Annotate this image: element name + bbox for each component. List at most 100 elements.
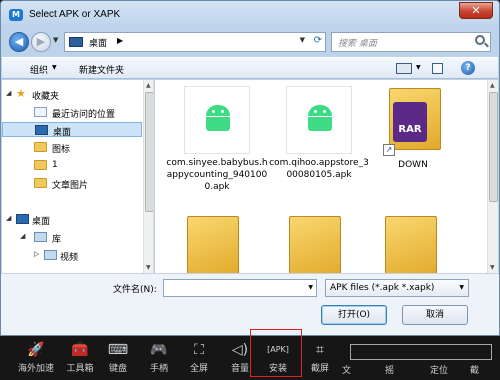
nav-item-desktop-root[interactable]: ◢ 桌面 bbox=[2, 212, 142, 227]
nav-item-label: 桌面 bbox=[53, 128, 72, 138]
recent-places-icon bbox=[34, 107, 47, 117]
command-toolbar: 组织 ▼ 新建文件夹 ▼ ? bbox=[2, 57, 498, 79]
shortcut-arrow-icon: ↗ bbox=[383, 144, 395, 156]
address-dropdown-icon[interactable]: ▼ bbox=[300, 36, 305, 44]
filename-label: 文件名(N): bbox=[113, 285, 157, 295]
folder-icon bbox=[34, 160, 47, 170]
title-bar: M Select APK or XAPK ✕ bbox=[1, 1, 499, 29]
filename-input[interactable]: ▼ bbox=[163, 279, 317, 297]
dialog-title: Select APK or XAPK bbox=[29, 9, 121, 20]
tool-label: 全屏 bbox=[189, 364, 208, 374]
forward-button[interactable]: ▶ bbox=[31, 32, 51, 52]
nav-item-folder-1[interactable]: 1 bbox=[2, 158, 142, 173]
video-library-icon bbox=[44, 250, 57, 260]
keyboard-icon: ⌨ bbox=[107, 342, 129, 358]
tool-label: 手柄 bbox=[149, 364, 168, 374]
file-thumbnail bbox=[184, 86, 250, 154]
help-icon[interactable]: ? bbox=[461, 61, 475, 75]
navigation-pane: ◢ ★ 收藏夹 最近访问的位置 桌面 图标 1 文章图片 ◢ 桌面 ◢ 库 ▷ … bbox=[2, 80, 154, 273]
folder-icon[interactable] bbox=[385, 216, 437, 273]
fullscreen-button[interactable]: ⛶ 全屏 bbox=[177, 342, 221, 374]
nav-item-label: 视频 bbox=[60, 253, 79, 263]
address-location[interactable]: 桌面 bbox=[89, 36, 107, 49]
overseas-accel-button[interactable]: 🚀 海外加速 bbox=[14, 342, 58, 374]
tool-label: 截屏 bbox=[310, 364, 329, 374]
scrollbar-thumb[interactable] bbox=[489, 92, 498, 202]
nav-item-label: 库 bbox=[52, 235, 62, 245]
close-button[interactable]: ✕ bbox=[459, 2, 493, 19]
toolbox-icon: 🧰 bbox=[71, 342, 89, 358]
tool-label: 音量 bbox=[230, 364, 249, 374]
nav-item-label: 文章图片 bbox=[52, 181, 89, 191]
file-name: com.qihoo.appstore_300080105.apk bbox=[269, 158, 369, 180]
screenshot-button[interactable]: ⌗ 截屏 bbox=[298, 342, 342, 374]
nav-item-label: 桌面 bbox=[32, 217, 51, 227]
chevron-down-icon[interactable]: ▼ bbox=[459, 284, 464, 291]
android-apk-icon bbox=[206, 105, 230, 131]
search-icon[interactable] bbox=[475, 35, 485, 45]
cancel-button[interactable]: 取消 bbox=[402, 305, 468, 325]
screenshot-icon: ⌗ bbox=[316, 342, 324, 358]
dialog-footer: 文件名(N): ▼ APK files (*.apk *.xapk) ▼ 打开(… bbox=[1, 273, 499, 335]
expand-arrow-icon[interactable]: ◢ bbox=[20, 232, 25, 240]
file-name: com.sinyee.babybus.happycounting_9401000… bbox=[166, 158, 268, 192]
folder-icon bbox=[34, 142, 47, 152]
install-highlight-box bbox=[250, 329, 302, 377]
partial-tool-label[interactable]: 文 bbox=[342, 363, 351, 376]
rocket-icon: 🚀 bbox=[27, 342, 45, 358]
expand-arrow-icon[interactable]: ▷ bbox=[34, 250, 39, 258]
scroll-up-icon[interactable]: ▲ bbox=[490, 82, 495, 89]
scroll-down-icon[interactable]: ▼ bbox=[490, 264, 495, 271]
folder-icon[interactable] bbox=[289, 216, 341, 273]
nav-item-icons-folder[interactable]: 图标 bbox=[2, 140, 142, 155]
view-dropdown-icon[interactable]: ▼ bbox=[416, 64, 421, 71]
keyboard-button[interactable]: ⌨ 键盘 bbox=[96, 342, 140, 374]
tool-label: 键盘 bbox=[108, 364, 127, 374]
android-apk-icon bbox=[308, 105, 332, 131]
file-list-scrollbar[interactable]: ▲ ▼ bbox=[487, 80, 498, 273]
file-item[interactable]: com.qihoo.appstore_300080105.apk bbox=[267, 86, 371, 181]
scroll-up-icon[interactable]: ▲ bbox=[146, 82, 151, 89]
desktop-icon bbox=[69, 37, 83, 47]
partial-tool-label[interactable]: 定位 bbox=[430, 363, 448, 376]
search-input[interactable]: 搜索 桌面 bbox=[331, 32, 491, 52]
open-button[interactable]: 打开(O) bbox=[321, 305, 387, 325]
nav-item-videos[interactable]: ▷ 视频 bbox=[2, 248, 142, 263]
partial-tool-label[interactable]: 截 bbox=[470, 363, 479, 376]
nav-item-desktop[interactable]: 桌面 bbox=[2, 122, 142, 138]
nav-item-label: 收藏夹 bbox=[32, 92, 60, 102]
nav-item-article-images[interactable]: 文章图片 bbox=[2, 176, 142, 191]
nav-item-libraries[interactable]: ◢ 库 bbox=[2, 230, 142, 245]
chevron-down-icon[interactable]: ▼ bbox=[52, 64, 57, 71]
refresh-icon[interactable]: ⟳ bbox=[314, 35, 322, 46]
file-open-dialog: M Select APK or XAPK ✕ ◀ ▶ ▼ 桌面 ▶ ▼ ⟳ 搜索… bbox=[0, 0, 500, 336]
change-view-icon[interactable] bbox=[396, 63, 412, 74]
preview-pane-icon[interactable] bbox=[432, 63, 443, 74]
nav-item-favorites[interactable]: ◢ ★ 收藏夹 bbox=[2, 87, 142, 102]
file-type-select[interactable]: APK files (*.apk *.xapk) ▼ bbox=[325, 279, 469, 297]
expand-arrow-icon[interactable]: ◢ bbox=[6, 214, 11, 222]
nav-item-recent-places[interactable]: 最近访问的位置 bbox=[2, 105, 142, 120]
expand-arrow-icon[interactable]: ◢ bbox=[6, 89, 11, 97]
scroll-down-icon[interactable]: ▼ bbox=[146, 264, 151, 271]
file-item[interactable]: com.sinyee.babybus.happycounting_9401000… bbox=[165, 86, 269, 193]
folder-icon[interactable] bbox=[187, 216, 239, 273]
chevron-down-icon[interactable]: ▼ bbox=[308, 284, 313, 291]
star-icon: ★ bbox=[16, 87, 26, 100]
file-type-value: APK files (*.apk *.xapk) bbox=[330, 283, 435, 293]
scrollbar-thumb[interactable] bbox=[145, 92, 153, 212]
file-item[interactable]: RAR ↗ DOWN bbox=[361, 86, 465, 171]
toolbar-panel-box[interactable] bbox=[350, 344, 492, 360]
folder-icon bbox=[34, 178, 47, 188]
organize-button[interactable]: 组织 bbox=[30, 63, 48, 76]
address-bar[interactable]: 桌面 ▶ ▼ ⟳ bbox=[64, 32, 326, 52]
nav-scrollbar[interactable]: ▲ ▼ bbox=[143, 80, 153, 273]
tool-label: 海外加速 bbox=[17, 364, 54, 374]
partial-tool-label[interactable]: 摇 bbox=[385, 363, 394, 376]
recent-locations-dropdown[interactable]: ▼ bbox=[53, 36, 58, 44]
breadcrumb-arrow-icon[interactable]: ▶ bbox=[117, 36, 123, 45]
search-placeholder: 搜索 桌面 bbox=[338, 39, 377, 49]
new-folder-button[interactable]: 新建文件夹 bbox=[79, 63, 124, 76]
back-button[interactable]: ◀ bbox=[9, 32, 29, 52]
gamepad-button[interactable]: 🎮 手柄 bbox=[137, 342, 181, 374]
